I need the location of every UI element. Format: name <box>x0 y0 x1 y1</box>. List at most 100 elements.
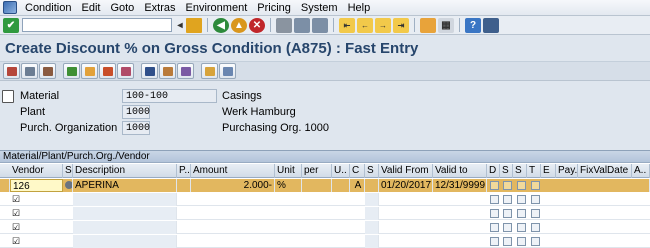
table-row[interactable]: ☑ <box>0 193 650 206</box>
condition-info-icon[interactable] <box>3 63 20 79</box>
details-icon[interactable] <box>81 63 98 79</box>
menu-edit[interactable]: Edit <box>76 2 105 14</box>
new-session-icon[interactable] <box>420 17 436 33</box>
shortcut-icon[interactable]: ▦ <box>438 17 454 33</box>
enter-icon[interactable]: ✔ <box>3 17 19 33</box>
plant-field[interactable]: 1000 <box>122 105 150 119</box>
menu-environment[interactable]: Environment <box>181 2 253 14</box>
menu-help[interactable]: Help <box>343 2 376 14</box>
plant-row: Plant 1000 Werk Hamburg <box>0 105 650 120</box>
col-t[interactable]: T <box>527 164 541 178</box>
checkbox-s[interactable] <box>503 237 512 246</box>
valid-from-cell[interactable]: 01/20/2017 <box>379 179 433 192</box>
checkbox-d[interactable] <box>490 195 499 204</box>
checkbox-t[interactable] <box>531 237 540 246</box>
u-cell[interactable] <box>332 179 350 192</box>
other-icon[interactable] <box>177 63 194 79</box>
amount-cell[interactable]: 2.000- <box>191 179 275 192</box>
col-vendor[interactable]: Vendor <box>10 164 63 178</box>
col-pay[interactable]: Pay... <box>556 164 578 178</box>
row-selector[interactable] <box>0 179 10 192</box>
checkbox-d[interactable] <box>490 237 499 246</box>
col-per[interactable]: per <box>302 164 332 178</box>
col-fixvaldate[interactable]: FixValDate <box>578 164 632 178</box>
table-row[interactable]: ☑ <box>0 221 650 234</box>
find-next-icon[interactable] <box>312 17 328 33</box>
checkbox-t[interactable] <box>531 195 540 204</box>
checkbox-t[interactable] <box>531 209 540 218</box>
col-valid-from[interactable]: Valid From <box>379 164 433 178</box>
unit-cell[interactable]: % <box>275 179 302 192</box>
col-valid-to[interactable]: Valid to <box>433 164 487 178</box>
col-d[interactable]: D <box>487 164 500 178</box>
col-unit[interactable]: Unit <box>275 164 302 178</box>
menu-system[interactable]: System <box>296 2 343 14</box>
back-icon[interactable]: ◀ <box>213 17 229 33</box>
col-s[interactable]: S <box>63 164 73 178</box>
menu-condition[interactable]: Condition <box>20 2 76 14</box>
layout-icon[interactable] <box>483 17 499 33</box>
help-icon[interactable]: ? <box>465 17 481 33</box>
checkbox-t[interactable] <box>531 181 540 190</box>
info-i-icon[interactable] <box>141 63 158 79</box>
cancel-icon[interactable]: ✕ <box>249 17 265 33</box>
porg-row: Purch. Organization 1000 Purchasing Org.… <box>0 121 650 136</box>
first-page-icon[interactable]: ⇤ <box>339 17 355 33</box>
col-p[interactable]: P.. <box>177 164 191 178</box>
info-icon[interactable] <box>117 63 134 79</box>
checkbox-d[interactable] <box>490 223 499 232</box>
col-s4[interactable]: S <box>513 164 527 178</box>
table-row[interactable]: ☑ <box>0 235 650 248</box>
more-icon[interactable] <box>219 63 236 79</box>
col-s2[interactable]: S <box>365 164 379 178</box>
scales-icon[interactable] <box>39 63 56 79</box>
description-cell <box>73 207 177 220</box>
checkbox-s2[interactable] <box>517 223 526 232</box>
material-field[interactable]: 100-100 <box>122 89 217 103</box>
dropdown-icon[interactable]: ◂ <box>176 18 184 33</box>
checkbox-s2[interactable] <box>517 181 526 190</box>
checkbox-s2[interactable] <box>517 195 526 204</box>
checkmark-icon: ☑ <box>12 194 21 204</box>
copy-icon[interactable] <box>99 63 116 79</box>
arrow-icon[interactable] <box>63 63 80 79</box>
checkbox-s[interactable] <box>503 209 512 218</box>
menu-extras[interactable]: Extras <box>139 2 180 14</box>
table-row[interactable]: ☑ <box>0 207 650 220</box>
per-cell[interactable] <box>302 179 332 192</box>
col-s3[interactable]: S <box>500 164 513 178</box>
overview-icon[interactable] <box>21 63 38 79</box>
menu-goto[interactable]: Goto <box>105 2 139 14</box>
checkbox-t[interactable] <box>531 223 540 232</box>
checkbox-s2[interactable] <box>517 209 526 218</box>
checkbox-d[interactable] <box>490 209 499 218</box>
print-icon[interactable] <box>276 17 292 33</box>
exit-icon[interactable]: ▲ <box>231 17 247 33</box>
last-page-icon[interactable]: ⇥ <box>393 17 409 33</box>
col-a[interactable]: A.. <box>632 164 650 178</box>
command-field[interactable] <box>22 18 172 32</box>
checkbox-s[interactable] <box>503 181 512 190</box>
col-c[interactable]: C <box>350 164 365 178</box>
vendor-cell[interactable]: 126 <box>10 179 63 192</box>
porg-field[interactable]: 1000 <box>122 121 150 135</box>
s-cell <box>365 193 379 206</box>
display-icon[interactable] <box>201 63 218 79</box>
valid-to-cell[interactable]: 12/31/9999 <box>433 179 487 192</box>
checkbox-s[interactable] <box>503 223 512 232</box>
prev-page-icon[interactable]: ← <box>357 17 373 33</box>
menu-pricing[interactable]: Pricing <box>252 2 296 14</box>
col-e[interactable]: E <box>541 164 556 178</box>
sap-logo-icon[interactable] <box>3 1 17 14</box>
structure-icon[interactable] <box>159 63 176 79</box>
find-icon[interactable] <box>294 17 310 33</box>
checkbox-s[interactable] <box>503 195 512 204</box>
save-icon[interactable] <box>186 17 202 33</box>
col-description[interactable]: Description <box>73 164 177 178</box>
table-row[interactable]: 126 APERINA 2.000- % A 01/20/2017 12/31/… <box>0 179 650 192</box>
next-page-icon[interactable]: → <box>375 17 391 33</box>
col-amount[interactable]: Amount <box>191 164 275 178</box>
checkbox-d[interactable] <box>490 181 499 190</box>
checkbox-s2[interactable] <box>517 237 526 246</box>
col-u[interactable]: U.. <box>332 164 350 178</box>
